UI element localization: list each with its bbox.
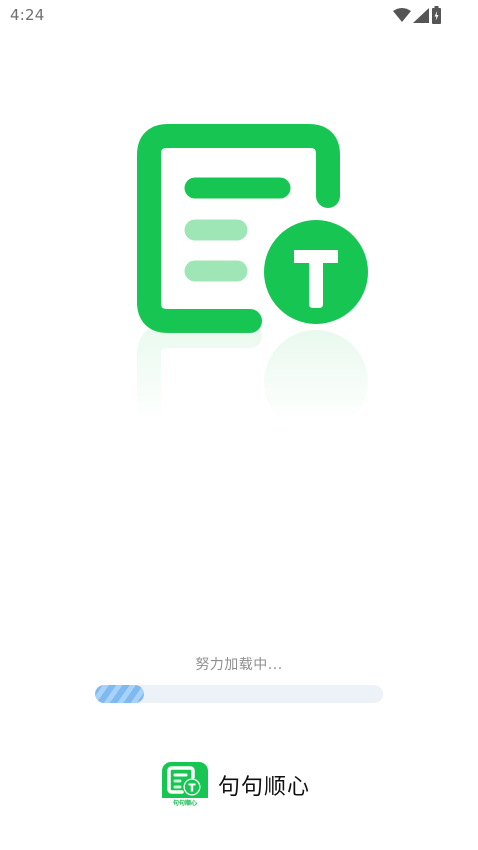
brand-logo: 句句顺心 (162, 762, 208, 808)
brand-logo-caption: 句句顺心 (172, 800, 197, 807)
loading-text: 努力加载中... (195, 657, 283, 673)
status-bar: 4:24 (0, 0, 478, 34)
status-time: 4:24 (10, 6, 45, 24)
loading-progress-fill (95, 685, 144, 703)
wifi-icon (393, 8, 411, 22)
document-t-icon (137, 124, 369, 424)
battery-charging-icon (431, 6, 442, 24)
status-icons (393, 6, 442, 24)
app-logo (137, 124, 369, 424)
brand-name: 句句顺心 (218, 775, 311, 800)
loading-progress-bar (95, 685, 383, 703)
cellular-signal-icon (413, 7, 429, 23)
brand-footer: 句句顺心 句句顺心 (162, 762, 310, 808)
